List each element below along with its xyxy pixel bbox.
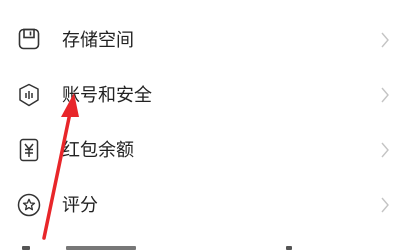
menu-item-rating[interactable]: 评分	[0, 179, 400, 233]
chevron-right-icon	[381, 197, 389, 213]
menu-item-label: 账号和安全	[62, 85, 152, 106]
chevron-right-icon	[381, 32, 389, 48]
menu-item-label: 评分	[62, 195, 98, 216]
shield-icon	[19, 83, 39, 107]
star-badge-icon	[17, 193, 41, 217]
storage-icon	[18, 28, 40, 50]
chevron-right-icon	[381, 87, 389, 103]
menu-item-account-security[interactable]: 账号和安全	[0, 69, 400, 123]
partial-text-fragment	[286, 246, 292, 250]
menu-item-label: 红包余额	[62, 140, 134, 161]
settings-screen: 存储空间 账号和安全 红包余额 评分	[0, 0, 400, 250]
menu-item-red-packet-balance[interactable]: 红包余额	[0, 124, 400, 178]
next-menu-item-partial	[0, 240, 400, 250]
partial-text-fragment	[66, 246, 136, 250]
partial-icon-fragment	[22, 246, 30, 250]
menu-item-storage[interactable]: 存储空间	[0, 14, 400, 68]
wallet-yuan-icon	[19, 138, 39, 162]
menu-item-label: 存储空间	[62, 30, 134, 51]
chevron-right-icon	[381, 142, 389, 158]
